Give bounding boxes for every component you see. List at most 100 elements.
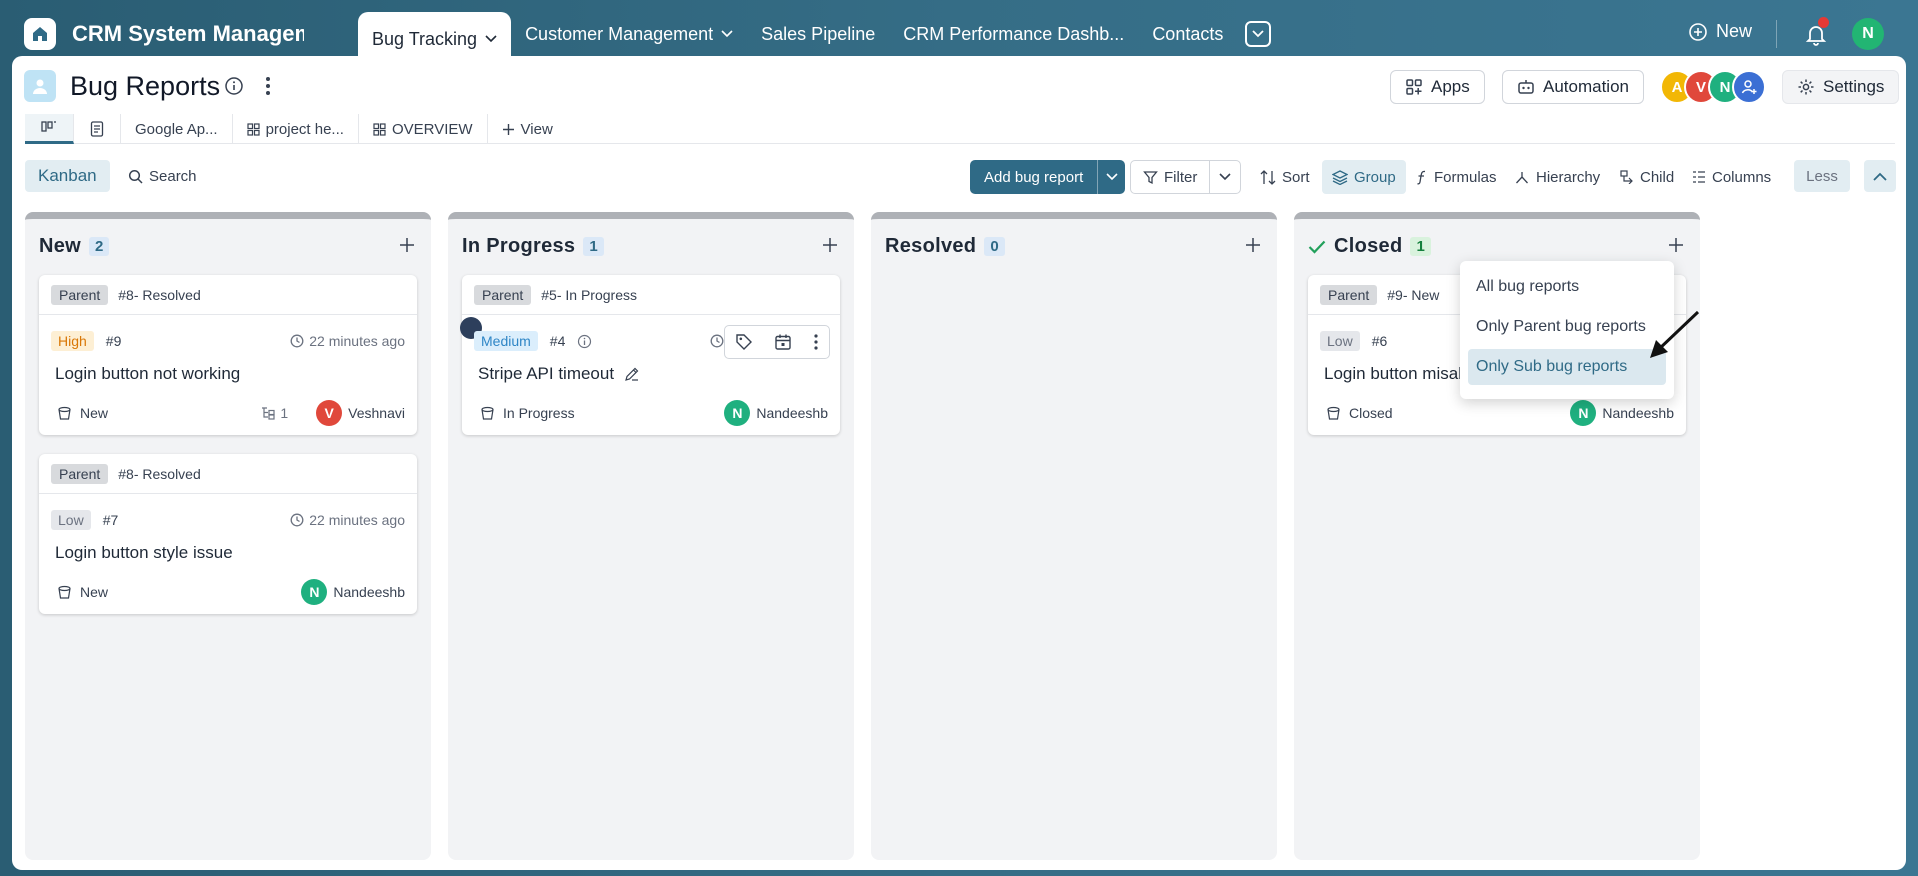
tab-document-view[interactable] — [74, 114, 121, 144]
add-member-icon[interactable] — [1732, 70, 1766, 104]
group-button[interactable]: Group — [1322, 160, 1406, 194]
filter-main[interactable]: Filter — [1131, 161, 1211, 193]
settings-button[interactable]: Settings — [1782, 70, 1900, 104]
parent-ref: #9 — [1387, 286, 1403, 303]
card-id: #6 — [1371, 333, 1388, 349]
column-title: Closed — [1334, 235, 1403, 257]
chevron-down-icon — [1252, 30, 1264, 38]
tab-contacts[interactable]: Contacts — [1138, 12, 1237, 56]
tab-google-apps[interactable]: Google Ap... — [121, 114, 233, 144]
add-card-icon[interactable] — [399, 237, 415, 253]
kanban-card[interactable]: Parent #5- In Progress Medium #4 Stripe … — [460, 275, 840, 435]
info-icon[interactable] — [224, 76, 244, 96]
add-card-icon[interactable] — [822, 237, 838, 253]
add-bug-report-button[interactable]: Add bug report — [970, 160, 1126, 194]
main-panel: Bug Reports Apps Automation A V N Settin… — [12, 56, 1906, 870]
home-icon[interactable] — [24, 18, 56, 50]
filter-label: Filter — [1164, 168, 1198, 186]
collapse-button[interactable] — [1864, 160, 1896, 192]
tab-overview[interactable]: OVERVIEW — [359, 114, 488, 144]
card-id: #4 — [549, 333, 566, 349]
column-header: In Progress 1 — [462, 235, 604, 258]
hierarchy-label: Hierarchy — [1536, 168, 1601, 186]
columns-icon — [1693, 171, 1705, 183]
apps-icon — [1406, 79, 1422, 95]
tab-crm-performance-dashboard[interactable]: CRM Performance Dashb... — [889, 12, 1138, 56]
less-button[interactable]: Less — [1794, 160, 1850, 192]
kanban-card[interactable]: Parent #8- Resolved Low #7 22 minutes ag… — [39, 454, 417, 614]
search-icon — [128, 169, 143, 184]
view-tabs: Google Ap... project he... OVERVIEW View — [25, 114, 1895, 144]
add-bug-report-label[interactable]: Add bug report — [970, 160, 1098, 194]
hierarchy-button[interactable]: Hierarchy — [1514, 160, 1600, 194]
automation-button[interactable]: Automation — [1502, 70, 1644, 104]
filter-icon — [1143, 170, 1158, 184]
tab-label: Bug Tracking — [372, 28, 478, 49]
formulas-button[interactable]: Formulas — [1416, 160, 1497, 194]
parent-link[interactable]: #8- Resolved — [118, 287, 201, 303]
child-button[interactable]: Child — [1620, 160, 1674, 194]
filter-button[interactable]: Filter — [1130, 160, 1242, 194]
search-label: Search — [149, 167, 197, 185]
card-title[interactable]: Login button not working — [55, 364, 240, 384]
tab-project-health[interactable]: project he... — [233, 114, 359, 144]
pencil-icon[interactable] — [624, 366, 640, 382]
parent-row: Parent #8- Resolved — [39, 454, 417, 494]
assignee-name: Nandeeshb — [1602, 405, 1674, 421]
assignee[interactable]: N Nandeeshb — [724, 400, 828, 426]
search-button[interactable]: Search — [128, 160, 197, 192]
parent-row: Parent #5- In Progress — [462, 275, 840, 315]
tag-icon[interactable] — [735, 333, 753, 351]
assignee[interactable]: N Nandeeshb — [301, 579, 405, 605]
add-view-button[interactable]: View — [488, 114, 567, 144]
card-footer: New N Nandeeshb — [57, 578, 405, 606]
kanban-card[interactable]: Parent #8- Resolved High #9 22 minutes a… — [39, 275, 417, 435]
calendar-icon[interactable] — [774, 333, 792, 351]
parent-link[interactable]: #8- Resolved — [118, 466, 201, 482]
card-footer: Closed N Nandeeshb — [1326, 399, 1674, 427]
time-label: 22 minutes ago — [309, 512, 405, 528]
tab-kanban-view[interactable] — [25, 114, 74, 144]
card-title[interactable]: Stripe API timeout — [478, 364, 614, 384]
info-icon[interactable] — [577, 334, 592, 349]
columns-button[interactable]: Columns — [1692, 160, 1771, 194]
assignee[interactable]: V Veshnavi — [316, 400, 405, 426]
view-type-chip[interactable]: Kanban — [25, 160, 110, 192]
tab-customer-management[interactable]: Customer Management — [511, 12, 747, 56]
parent-row: Parent #8- Resolved — [39, 275, 417, 315]
assignee-avatar: V — [316, 400, 343, 426]
card-title[interactable]: Login button style issue — [55, 543, 233, 563]
menu-item-only-parent-bug-reports[interactable]: Only Parent bug reports — [1468, 309, 1666, 345]
clock-icon — [290, 513, 304, 527]
settings-label: Settings — [1823, 77, 1885, 96]
document-icon — [90, 121, 104, 137]
tab-label: Google Ap... — [135, 120, 218, 138]
timestamp: 22 minutes ago — [290, 333, 405, 349]
formulas-label: Formulas — [1434, 168, 1497, 186]
apps-label: Apps — [1431, 77, 1470, 96]
tab-label: Contacts — [1152, 23, 1224, 44]
more-tabs-button[interactable] — [1245, 21, 1272, 47]
members-avatars[interactable]: A V N — [1660, 70, 1766, 104]
user-avatar[interactable]: N — [1852, 18, 1884, 50]
apps-button[interactable]: Apps — [1390, 70, 1485, 104]
add-card-icon[interactable] — [1668, 237, 1684, 253]
parent-link[interactable]: #5- In Progress — [541, 287, 637, 303]
more-options-icon[interactable] — [264, 74, 272, 98]
assignee[interactable]: N Nandeeshb — [1570, 400, 1674, 426]
grid-icon — [373, 122, 386, 136]
new-button[interactable]: New — [1688, 21, 1752, 42]
add-options-caret[interactable] — [1097, 160, 1126, 194]
tab-sales-pipeline[interactable]: Sales Pipeline — [747, 12, 889, 56]
parent-link[interactable]: #9- New — [1387, 287, 1439, 303]
sort-button[interactable]: Sort — [1260, 160, 1310, 194]
sort-icon — [1260, 169, 1276, 185]
more-options-icon[interactable] — [813, 333, 819, 351]
columns-label: Columns — [1712, 168, 1772, 186]
clock-icon — [710, 334, 724, 348]
column-count: 1 — [583, 237, 604, 256]
filter-caret[interactable] — [1210, 161, 1240, 193]
menu-item-all-bug-reports[interactable]: All bug reports — [1468, 269, 1666, 305]
menu-item-only-sub-bug-reports[interactable]: Only Sub bug reports — [1468, 349, 1666, 385]
add-card-icon[interactable] — [1245, 237, 1261, 253]
